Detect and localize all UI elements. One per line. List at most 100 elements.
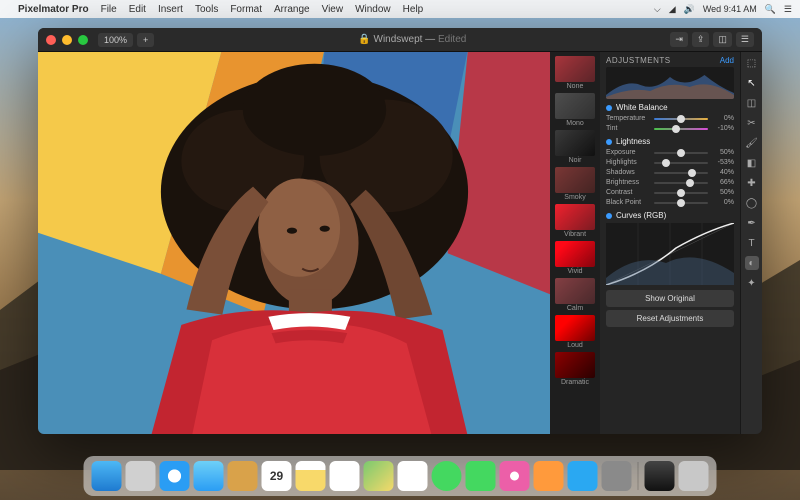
type-tool-icon[interactable]: T bbox=[745, 236, 759, 250]
menu-insert[interactable]: Insert bbox=[158, 4, 183, 15]
exposure-slider[interactable]: Exposure50% bbox=[606, 149, 734, 156]
wifi-icon[interactable]: ◢ bbox=[669, 4, 676, 15]
dock-mail-icon[interactable] bbox=[194, 461, 224, 491]
dock-finder-icon[interactable] bbox=[92, 461, 122, 491]
show-original-button[interactable]: Show Original bbox=[606, 290, 734, 307]
lightness-title: Lightness bbox=[616, 137, 650, 146]
document-status: Edited bbox=[438, 34, 466, 45]
menu-help[interactable]: Help bbox=[403, 4, 424, 15]
shape-tool-icon[interactable]: ◯ bbox=[745, 196, 759, 210]
brightness-slider[interactable]: Brightness66% bbox=[606, 179, 734, 186]
add-adjustment-button[interactable]: Add bbox=[720, 56, 734, 65]
minimize-button[interactable] bbox=[62, 35, 72, 45]
section-toggle-icon[interactable] bbox=[606, 139, 612, 145]
window-title: 🔒 Windswept — Edited bbox=[154, 34, 670, 45]
lightness-section: Lightness Exposure50% Highlights-53% Sha… bbox=[606, 137, 734, 206]
section-toggle-icon[interactable] bbox=[606, 105, 612, 111]
menu-window[interactable]: Window bbox=[355, 4, 391, 15]
preset-vibrant[interactable]: Vibrant bbox=[553, 204, 597, 238]
preset-loud[interactable]: Loud bbox=[553, 315, 597, 349]
macos-menubar: Pixelmator Pro File Edit Insert Tools Fo… bbox=[0, 0, 800, 18]
dock-trash-icon[interactable] bbox=[679, 461, 709, 491]
curves-graph[interactable] bbox=[606, 223, 734, 285]
preset-dramatic[interactable]: Dramatic bbox=[553, 352, 597, 386]
pen-tool-icon[interactable]: ✒ bbox=[745, 216, 759, 230]
tint-slider[interactable]: Tint -10% bbox=[606, 125, 734, 132]
menu-arrange[interactable]: Arrange bbox=[274, 4, 310, 15]
crop-tool-icon[interactable]: ✂ bbox=[745, 116, 759, 130]
volume-icon[interactable]: 🔊 bbox=[684, 4, 695, 15]
dock-launchpad-icon[interactable] bbox=[126, 461, 156, 491]
dock-ibooks-icon[interactable] bbox=[534, 461, 564, 491]
dock-photos-icon[interactable] bbox=[398, 461, 428, 491]
move-tool-icon[interactable]: ↖ bbox=[745, 76, 759, 90]
dock-appstore-icon[interactable] bbox=[568, 461, 598, 491]
app-name[interactable]: Pixelmator Pro bbox=[18, 4, 89, 15]
preset-calm[interactable]: Calm bbox=[553, 278, 597, 312]
preset-none[interactable]: None bbox=[553, 56, 597, 90]
preset-noir[interactable]: Noir bbox=[553, 130, 597, 164]
dock-itunes-icon[interactable] bbox=[500, 461, 530, 491]
menu-edit[interactable]: Edit bbox=[129, 4, 146, 15]
dock-messages-icon[interactable] bbox=[432, 461, 462, 491]
dock-separator bbox=[638, 462, 639, 490]
histogram bbox=[606, 67, 734, 99]
menu-view[interactable]: View bbox=[322, 4, 344, 15]
reset-adjustments-button[interactable]: Reset Adjustments bbox=[606, 310, 734, 327]
section-toggle-icon[interactable] bbox=[606, 213, 612, 219]
blackpoint-slider[interactable]: Black Point0% bbox=[606, 199, 734, 206]
adjustments-panel: ADJUSTMENTS Add White Balance Temperatur… bbox=[600, 52, 740, 434]
paint-tool-icon[interactable]: 🖌 bbox=[745, 136, 759, 150]
preset-smoky[interactable]: Smoky bbox=[553, 167, 597, 201]
menu-file[interactable]: File bbox=[101, 4, 117, 15]
curves-section: Curves (RGB) bbox=[606, 211, 734, 285]
notification-center-icon[interactable]: ☰ bbox=[784, 4, 792, 15]
preset-vivid[interactable]: Vivid bbox=[553, 241, 597, 275]
titlebar: 100% + 🔒 Windswept — Edited ⇥ ⇪ ◫ ☰ bbox=[38, 28, 762, 52]
repair-tool-icon[interactable]: ✚ bbox=[745, 176, 759, 190]
erase-tool-icon[interactable]: ◧ bbox=[745, 156, 759, 170]
presets-panel: None Mono Noir Smoky Vibrant Vivid Calm … bbox=[550, 52, 600, 434]
adjustments-header: ADJUSTMENTS bbox=[606, 56, 671, 65]
canvas-image bbox=[38, 52, 550, 434]
shadows-slider[interactable]: Shadows40% bbox=[606, 169, 734, 176]
spotlight-icon[interactable]: 🔍 bbox=[765, 4, 776, 15]
dock: 29 bbox=[84, 456, 717, 496]
preset-mono[interactable]: Mono bbox=[553, 93, 597, 127]
menu-tools[interactable]: Tools bbox=[195, 4, 218, 15]
clock[interactable]: Wed 9:41 AM bbox=[703, 4, 757, 14]
highlights-slider[interactable]: Highlights-53% bbox=[606, 159, 734, 166]
bluetooth-icon[interactable]: ⌵ bbox=[654, 4, 661, 15]
color-adjust-tool-icon[interactable]: ◐ bbox=[745, 256, 759, 270]
layers-button[interactable]: ◫ bbox=[713, 32, 732, 47]
arrange-tool-icon[interactable]: ⬚ bbox=[745, 56, 759, 70]
selection-tool-icon[interactable]: ◫ bbox=[745, 96, 759, 110]
temperature-slider[interactable]: Temperature 0% bbox=[606, 115, 734, 122]
curves-title: Curves (RGB) bbox=[616, 211, 666, 220]
zoom-level[interactable]: 100% bbox=[98, 33, 133, 47]
share-button[interactable]: ⇪ bbox=[692, 32, 710, 47]
dock-calendar-icon[interactable]: 29 bbox=[262, 461, 292, 491]
dock-reminders-icon[interactable] bbox=[330, 461, 360, 491]
close-button[interactable] bbox=[46, 35, 56, 45]
tools-panel: ⬚ ↖ ◫ ✂ 🖌 ◧ ✚ ◯ ✒ T ◐ ✦ bbox=[740, 52, 762, 434]
export-button[interactable]: ⇥ bbox=[670, 32, 688, 47]
dock-preferences-icon[interactable] bbox=[602, 461, 632, 491]
dock-safari-icon[interactable] bbox=[160, 461, 190, 491]
white-balance-section: White Balance Temperature 0% Tint -10% bbox=[606, 103, 734, 132]
app-window: 100% + 🔒 Windswept — Edited ⇥ ⇪ ◫ ☰ bbox=[38, 28, 762, 434]
dock-pixelmator-icon[interactable] bbox=[645, 461, 675, 491]
menu-format[interactable]: Format bbox=[230, 4, 262, 15]
effects-tool-icon[interactable]: ✦ bbox=[745, 276, 759, 290]
dock-notes-icon[interactable] bbox=[296, 461, 326, 491]
dock-facetime-icon[interactable] bbox=[466, 461, 496, 491]
sidebar-button[interactable]: ☰ bbox=[736, 32, 754, 47]
white-balance-title: White Balance bbox=[616, 103, 668, 112]
contrast-slider[interactable]: Contrast50% bbox=[606, 189, 734, 196]
canvas[interactable] bbox=[38, 52, 550, 434]
dock-contacts-icon[interactable] bbox=[228, 461, 258, 491]
traffic-lights bbox=[46, 35, 88, 45]
add-button[interactable]: + bbox=[137, 33, 154, 47]
dock-maps-icon[interactable] bbox=[364, 461, 394, 491]
maximize-button[interactable] bbox=[78, 35, 88, 45]
